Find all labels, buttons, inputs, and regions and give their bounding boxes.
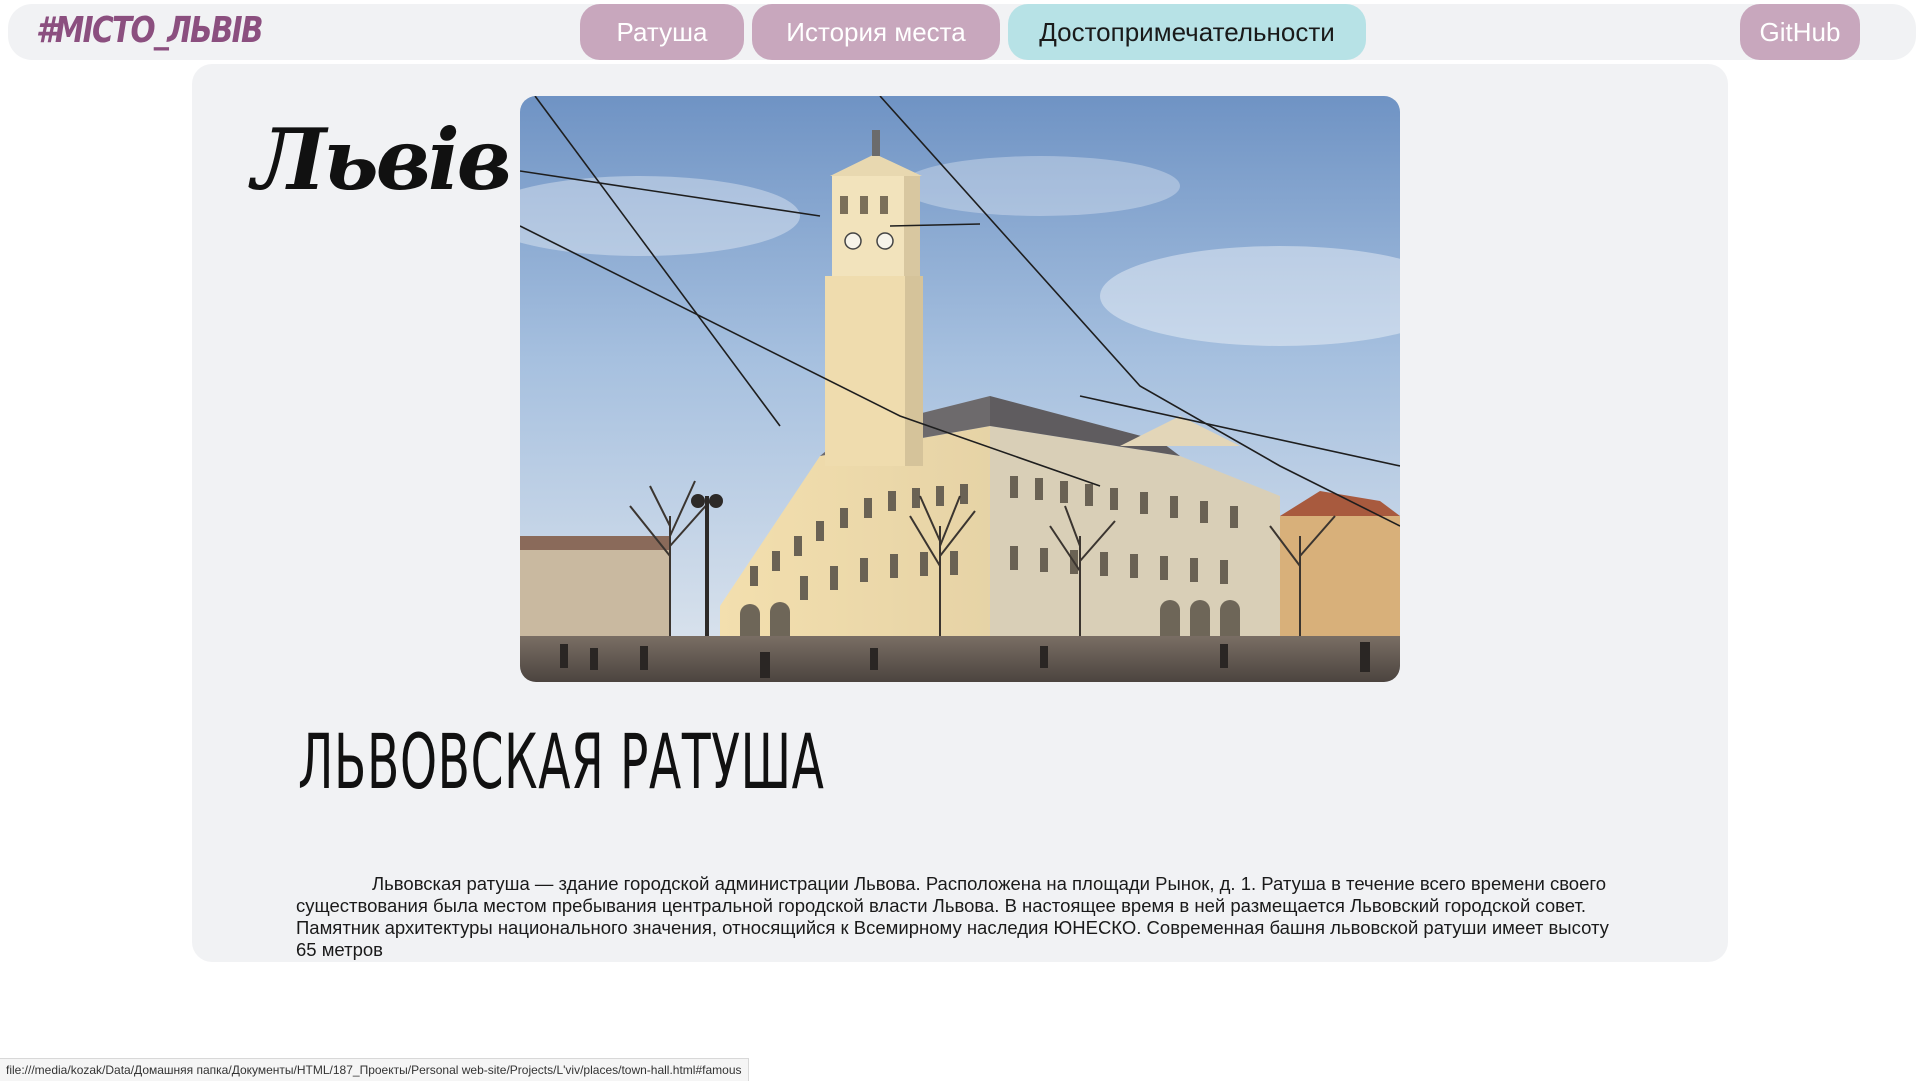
nav-link-town-hall[interactable]: Ратуша xyxy=(580,4,744,60)
status-bar-url: file:///media/kozak/Data/Домашняя папка/… xyxy=(0,1058,749,1081)
city-script-title: Львів xyxy=(252,110,512,209)
content-card: Львів ЛЬВОВСКАЯ РАТУША Львовская ратуша … xyxy=(192,64,1728,962)
github-button[interactable]: GitHub xyxy=(1740,4,1860,60)
site-logo[interactable]: #МІСТО_ЛЬВІВ xyxy=(36,10,264,51)
top-navbar: #МІСТО_ЛЬВІВ Ратуша История места Достоп… xyxy=(8,4,1916,60)
description-paragraph: Львовская ратуша — здание городской адми… xyxy=(296,873,1609,960)
town-hall-photo xyxy=(520,96,1400,682)
nav-link-attractions[interactable]: Достопримечательности xyxy=(1008,4,1366,60)
page-heading: ЛЬВОВСКАЯ РАТУША xyxy=(298,717,825,806)
nav-link-history[interactable]: История места xyxy=(752,4,1000,60)
